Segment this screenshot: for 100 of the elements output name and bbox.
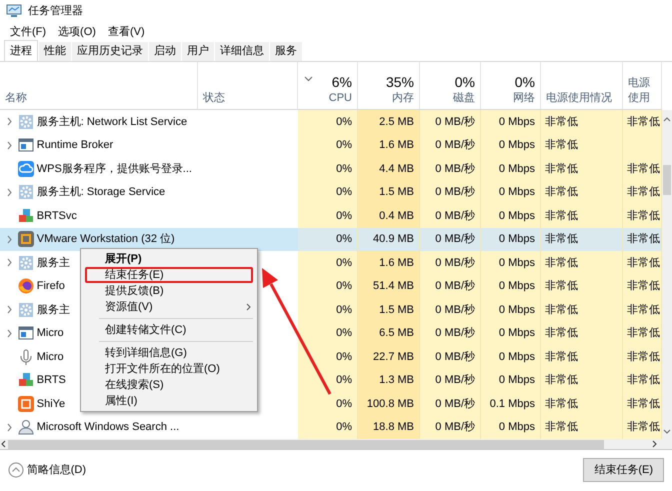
tab[interactable]: 详细信息 bbox=[215, 42, 269, 61]
process-row[interactable]: WPS服务程序，提供账号登录... 0% 4.4 MB 0 MB/秒 0 Mbps 非常低 非常低 bbox=[0, 157, 662, 180]
table-cell-text: 18.8 MB bbox=[373, 420, 414, 435]
scroll-down-icon bbox=[663, 429, 671, 435]
table-cell-text: 0% bbox=[336, 350, 352, 364]
table-cell-text: 0% bbox=[336, 232, 352, 247]
menu-item[interactable]: 文件(F) bbox=[4, 22, 52, 42]
process-row[interactable]: 服务主机: Network List Service 0% 2.5 MB 0 MB/秒 0 Mbps 非常低 非常低 bbox=[0, 110, 662, 134]
table-cell-text: 0 MB/秒 bbox=[435, 256, 475, 270]
table-cell-text: 1.3 MB bbox=[379, 373, 414, 388]
table-cell-text: 0 Mbps bbox=[498, 138, 535, 153]
column-header[interactable]: 电源使用情况 bbox=[541, 62, 623, 109]
scroll-up-icon bbox=[663, 116, 671, 122]
table-cell-text: 0 MB/秒 bbox=[435, 279, 475, 294]
menu-item[interactable]: 结束任务(E) bbox=[85, 267, 253, 283]
table-cell-text: 非常低 bbox=[545, 420, 578, 435]
table-cell-text: 0 MB/秒 bbox=[435, 420, 475, 435]
table-cell-text: 40.9 MB bbox=[373, 232, 414, 247]
process-row[interactable]: 服务主机: Storage Service 0% 1.5 MB 0 MB/秒 0 Mbps 非常低 非常低 bbox=[0, 180, 662, 204]
table-cell-text: 非常低 bbox=[627, 232, 660, 247]
process-row[interactable]: VMware Workstation (32 位) 0% 40.9 MB 0 MB/秒 0 Mbps 非常低 非常低 bbox=[0, 228, 662, 251]
table-cell-text: 1.6 MB bbox=[379, 138, 414, 153]
process-row[interactable]: Runtime Broker 0% 1.6 MB 0 MB/秒 0 Mbps 非常低 bbox=[0, 134, 662, 157]
end-task-button[interactable]: 结束任务(E) bbox=[583, 458, 664, 482]
menu-item[interactable]: 打开文件所在的位置(O) bbox=[85, 361, 253, 377]
table-cell-text: 非常低 bbox=[545, 279, 578, 294]
menu-item[interactable]: 资源值(V) bbox=[85, 299, 253, 315]
process-name: 服务主 bbox=[36, 256, 70, 270]
menu-item[interactable]: 选项(O) bbox=[52, 22, 102, 42]
process-row[interactable]: Microsoft Windows Search ... 0% 18.8 MB 0 MB/秒 0 Mbps 非常低 非常低 bbox=[0, 416, 662, 439]
process-name: Micro bbox=[36, 350, 64, 364]
column-header[interactable]: 0% 磁盘 bbox=[420, 62, 481, 109]
menu-item[interactable]: 转到详细信息(G) bbox=[85, 345, 253, 361]
column-header[interactable]: 35% 内存 bbox=[358, 62, 420, 109]
table-cell-text: 51.4 MB bbox=[373, 279, 414, 294]
gear-icon bbox=[18, 184, 34, 200]
process-name: 服务主机: Network List Service bbox=[36, 114, 188, 130]
column-header[interactable]: 6% CPU bbox=[298, 62, 358, 109]
menu-item[interactable]: 提供反馈(B) bbox=[85, 283, 253, 299]
table-cell-text: 0% bbox=[336, 373, 352, 388]
table-cell-text: 0 MB/秒 bbox=[435, 185, 475, 200]
process-name: BRTSvc bbox=[36, 208, 77, 224]
menu-item[interactable]: 属性(I) bbox=[85, 393, 253, 409]
table-cell-text: 1.5 MB bbox=[379, 302, 414, 318]
table-cell-text: 非常低 bbox=[545, 208, 578, 224]
horizontal-scrollbar[interactable] bbox=[0, 439, 672, 450]
process-row[interactable]: BRTSvc 0% 0.4 MB 0 MB/秒 0 Mbps 非常低 非常低 bbox=[0, 204, 662, 228]
tab[interactable]: 性能 bbox=[39, 42, 71, 61]
window-icon bbox=[18, 325, 34, 342]
vertical-scrollbar[interactable] bbox=[662, 110, 672, 439]
table-cell-text: 0 MB/秒 bbox=[435, 208, 475, 224]
table-cell-text: 4.4 MB bbox=[379, 162, 414, 176]
table-cell-text: 0 Mbps bbox=[498, 185, 535, 200]
menu-item[interactable]: 在线搜索(S) bbox=[85, 377, 253, 393]
table-cell-text: 非常低 bbox=[545, 138, 578, 153]
process-name: ShiYe bbox=[36, 396, 66, 412]
window-icon bbox=[18, 137, 34, 154]
scrollbar-thumb[interactable] bbox=[663, 165, 671, 195]
table-cell-text: 0 Mbps bbox=[498, 256, 535, 270]
tab[interactable]: 用户 bbox=[182, 42, 214, 61]
menu-item[interactable]: 查看(V) bbox=[102, 22, 151, 42]
table-cell-text: 0 Mbps bbox=[498, 420, 535, 435]
app-icon bbox=[18, 396, 34, 412]
table-cell-text: 非常低 bbox=[545, 326, 578, 341]
table-cell-text: 非常低 bbox=[627, 208, 660, 224]
tab[interactable]: 进程 bbox=[4, 40, 38, 61]
table-cell-text: 0% bbox=[336, 326, 352, 341]
table-cell-text: 22.7 MB bbox=[373, 350, 414, 364]
table-cell-text: 0% bbox=[336, 279, 352, 294]
mic-icon bbox=[18, 348, 34, 365]
menu-item[interactable]: 展开(P) bbox=[85, 251, 253, 267]
collapse-circle-icon bbox=[8, 462, 24, 478]
column-header[interactable]: 名称 bbox=[0, 62, 198, 109]
table-cell-text: 0 Mbps bbox=[498, 373, 535, 388]
table-cell-text: 0.4 MB bbox=[379, 208, 414, 224]
menu-item[interactable]: 创建转储文件(C) bbox=[85, 322, 253, 338]
table-cell-text: 0% bbox=[336, 302, 352, 318]
scrollbar-thumb[interactable] bbox=[8, 440, 604, 448]
table-cell-text: 0 MB/秒 bbox=[435, 114, 475, 130]
table-cell-text: 0 MB/秒 bbox=[435, 302, 475, 318]
fewer-details-link[interactable]: 简略信息(D) bbox=[26, 462, 86, 478]
process-name: WPS服务程序，提供账号登录... bbox=[36, 162, 192, 176]
column-header[interactable]: 0% 网络 bbox=[481, 62, 541, 109]
gear-icon bbox=[18, 254, 34, 271]
tab[interactable]: 启动 bbox=[149, 42, 181, 61]
process-name: Runtime Broker bbox=[36, 138, 114, 153]
table-cell-text: 0 Mbps bbox=[498, 232, 535, 247]
table-cell-text: 非常低 bbox=[627, 162, 660, 176]
table-cell-text: 0 MB/秒 bbox=[435, 373, 475, 388]
table-cell-text: 0 Mbps bbox=[498, 350, 535, 364]
column-header[interactable]: 状态 bbox=[198, 62, 298, 109]
table-cell-text: 0 MB/秒 bbox=[435, 326, 475, 341]
table-cell-text: 0 Mbps bbox=[498, 326, 535, 341]
table-cell-text: 0% bbox=[336, 208, 352, 224]
table-cell-text: 0.1 Mbps bbox=[490, 396, 535, 412]
column-header[interactable]: 电源使用 bbox=[623, 62, 662, 109]
tab[interactable]: 应用历史记录 bbox=[72, 42, 148, 61]
table-cell-text: 0 MB/秒 bbox=[435, 162, 475, 176]
tab[interactable]: 服务 bbox=[270, 42, 302, 61]
table-cell-text: 非常低 bbox=[545, 256, 578, 270]
